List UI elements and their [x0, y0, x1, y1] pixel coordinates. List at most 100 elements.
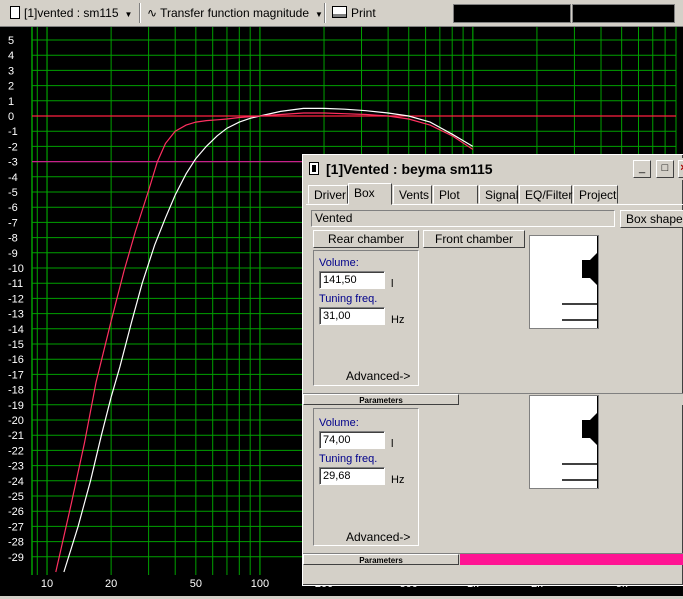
- tab-vents[interactable]: Vents: [393, 185, 432, 204]
- maximize-button[interactable]: □: [656, 160, 674, 178]
- y-tick-label: -17: [8, 369, 24, 381]
- rear-volume-unit: l: [391, 278, 394, 290]
- tab-signal[interactable]: Signal: [479, 185, 518, 204]
- chevron-down-icon: ▼: [315, 10, 323, 19]
- view-select[interactable]: ∿ Transfer function magnitude ▼: [147, 3, 323, 23]
- tab-plot[interactable]: Plot: [433, 185, 478, 204]
- minimize-button[interactable]: _: [633, 160, 651, 178]
- wave-icon: ∿: [147, 6, 158, 20]
- parameters-bar-2[interactable]: Parameters: [303, 553, 683, 565]
- rear-volume-input[interactable]: 141,50: [319, 271, 385, 289]
- rear-advanced-button[interactable]: Advanced->: [346, 369, 410, 383]
- y-tick-label: -23: [8, 461, 24, 473]
- project-select-value: [1]vented : sm115: [24, 6, 119, 20]
- front-tuning-unit: Hz: [391, 474, 405, 486]
- dialog-titlebar[interactable]: [1]Vented : beyma sm115 _ □ ×: [306, 158, 683, 180]
- y-tick-label: -22: [8, 445, 24, 457]
- y-tick-label: -9: [8, 248, 18, 260]
- y-tick-label: 5: [8, 35, 14, 47]
- dialog-tabs: Driver Box Vents Plot Signal EQ/Filter P…: [306, 183, 683, 205]
- box-dialog[interactable]: [1]Vented : beyma sm115 _ □ × Driver Box…: [302, 154, 683, 586]
- y-tick-label: -21: [8, 430, 24, 442]
- y-tick-label: 3: [8, 65, 14, 77]
- y-tick-label: -12: [8, 293, 24, 305]
- rear-chamber-button[interactable]: Rear chamber: [313, 230, 419, 248]
- printer-icon: [332, 6, 347, 18]
- y-tick-label: -5: [8, 187, 18, 199]
- front-volume-unit: l: [391, 438, 394, 450]
- y-tick-label: -20: [8, 415, 24, 427]
- x-tick-label: 100: [251, 578, 269, 590]
- readout-box-2: [572, 4, 675, 23]
- y-tick-label: -16: [8, 354, 24, 366]
- y-tick-label: -6: [8, 202, 18, 214]
- x-tick-label: 20: [105, 578, 117, 590]
- front-volume-label: Volume:: [319, 417, 359, 429]
- front-tuning-input[interactable]: 29,68: [319, 467, 385, 485]
- toolbar: [1]vented : sm115 ▼ ∿ Transfer function ma…: [0, 0, 683, 27]
- y-tick-label: -13: [8, 309, 24, 321]
- rear-box-diagram: [529, 235, 599, 329]
- y-tick-label: -4: [8, 172, 18, 184]
- front-box-diagram: [529, 395, 599, 489]
- rear-tuning-input[interactable]: 31,00: [319, 307, 385, 325]
- y-tick-label: -10: [8, 263, 24, 275]
- y-tick-label: 4: [8, 50, 14, 62]
- y-tick-labels: 5 4 3 2 1 0 -1 -2 -3 -4 -5 -6 -7 -8 -9 -10 -11 -12 -13 -14 -…: [8, 35, 24, 564]
- y-tick-label: -15: [8, 339, 24, 351]
- speaker-cabinet-icon: [562, 396, 598, 488]
- y-tick-label: -26: [8, 506, 24, 518]
- front-advanced-button[interactable]: Advanced->: [346, 530, 410, 544]
- rear-tuning-label: Tuning freq.: [319, 293, 378, 305]
- front-tuning-label: Tuning freq.: [319, 453, 378, 465]
- rear-chamber-panel: Volume: 141,50 l Tuning freq. 31,00 Hz A…: [313, 250, 419, 386]
- minimize-icon: _: [638, 162, 646, 174]
- view-select-value: Transfer function magnitude: [160, 6, 310, 20]
- front-chamber-panel: Volume: 74,00 l Tuning freq. 29,68 Hz Ad…: [313, 408, 419, 546]
- project-icon: [10, 6, 20, 19]
- y-tick-label: -18: [8, 385, 24, 397]
- front-chamber-button[interactable]: Front chamber: [423, 230, 525, 248]
- parameters-label-2: Parameters: [303, 554, 459, 565]
- chevron-down-icon: ▼: [124, 10, 133, 19]
- tab-project[interactable]: Project: [573, 185, 618, 204]
- rear-volume-label: Volume:: [319, 257, 359, 269]
- y-tick-label: -24: [8, 476, 24, 488]
- y-tick-label: -7: [8, 217, 18, 229]
- project-select[interactable]: [1]vented : sm115 ▼: [10, 3, 132, 23]
- dialog-title: [1]Vented : beyma sm115: [326, 161, 493, 177]
- y-tick-label: 1: [8, 96, 14, 108]
- y-tick-label: -1: [8, 126, 18, 138]
- maximize-icon: □: [661, 162, 669, 174]
- tab-driver[interactable]: Driver: [308, 185, 348, 204]
- y-tick-label: -3: [8, 157, 18, 169]
- box-shape-button[interactable]: Box shape: [620, 210, 683, 228]
- y-tick-label: 0: [8, 111, 14, 123]
- front-volume-input[interactable]: 74,00: [319, 431, 385, 449]
- readout-box-1: [453, 4, 571, 23]
- tab-box[interactable]: Box: [348, 183, 392, 205]
- y-tick-label: -14: [8, 324, 24, 336]
- parameters-label-1: Parameters: [303, 394, 459, 405]
- close-button[interactable]: ×: [678, 160, 683, 178]
- tab-eq-filter[interactable]: EQ/Filter: [519, 185, 572, 204]
- x-tick-label: 50: [190, 578, 202, 590]
- y-tick-label: -11: [8, 278, 23, 290]
- y-tick-label: -19: [8, 400, 24, 412]
- y-tick-label: -2: [8, 141, 18, 153]
- toolbar-divider: [139, 3, 141, 23]
- y-tick-label: -28: [8, 537, 24, 549]
- speaker-cabinet-icon: [562, 236, 598, 328]
- parameters-bar-1[interactable]: Parameters: [303, 393, 683, 405]
- y-tick-label: 2: [8, 81, 14, 93]
- y-tick-label: -25: [8, 491, 24, 503]
- speaker-icon: [309, 162, 319, 175]
- box-type-field: Vented: [311, 210, 615, 227]
- rear-tuning-unit: Hz: [391, 314, 405, 326]
- print-button[interactable]: Print: [332, 3, 376, 23]
- print-label: Print: [351, 6, 376, 20]
- toolbar-divider: [324, 3, 326, 23]
- parameters-fill-2: [460, 554, 683, 565]
- y-tick-label: -29: [8, 552, 24, 564]
- y-tick-label: -27: [8, 521, 24, 533]
